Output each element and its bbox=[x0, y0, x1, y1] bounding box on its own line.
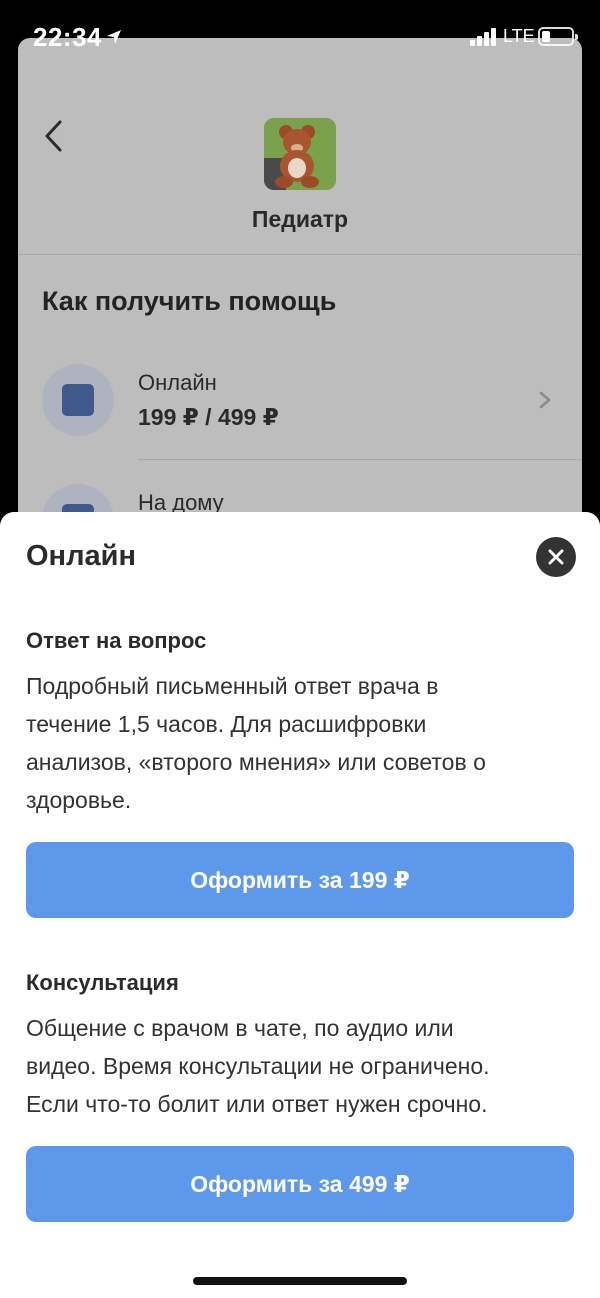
network-type: LTE bbox=[503, 26, 535, 46]
description-line: видео. Время консультации не ограничено. bbox=[26, 1053, 490, 1079]
background-page: Педиатр Как получить помощь Онлайн 199 ₽… bbox=[18, 38, 582, 558]
option-online-title[interactable]: Онлайн bbox=[138, 370, 217, 396]
description-line: анализов, «второго мнения» или советов о bbox=[26, 749, 486, 775]
sheet-title: Онлайн bbox=[26, 540, 136, 572]
home-indicator bbox=[193, 1277, 407, 1285]
section-consultation-description: Общение с врачом в чате, по аудио или ви… bbox=[26, 1009, 586, 1123]
back-chevron-icon[interactable] bbox=[42, 118, 66, 154]
description-line: Если что-то болит или ответ нужен срочно… bbox=[26, 1091, 488, 1117]
section-consultation-title: Консультация bbox=[26, 970, 179, 995]
section-title: Как получить помощь bbox=[42, 286, 337, 316]
order-consultation-button[interactable]: Оформить за 499 ₽ bbox=[26, 1146, 574, 1222]
doctor-badge-icon bbox=[42, 364, 114, 436]
section-answer-title: Ответ на вопрос bbox=[26, 628, 207, 653]
divider bbox=[18, 254, 582, 255]
description-line: Общение с врачом в чате, по аудио или bbox=[26, 1015, 454, 1041]
battery-icon bbox=[538, 27, 578, 46]
order-answer-button[interactable]: Оформить за 199 ₽ bbox=[26, 842, 574, 918]
status-time: 22:34 bbox=[33, 22, 102, 52]
teddy-bear-avatar bbox=[264, 118, 336, 190]
chevron-right-icon bbox=[539, 391, 551, 409]
description-line: здоровье. bbox=[26, 787, 132, 813]
signal-icon bbox=[470, 28, 496, 46]
location-arrow-icon bbox=[107, 30, 121, 44]
description-line: Подробный письменный ответ врача в bbox=[26, 673, 439, 699]
bottom-sheet: Онлайн Ответ на вопрос Подробный письмен… bbox=[0, 512, 600, 1298]
option-online-price: 199 ₽ / 499 ₽ bbox=[138, 404, 279, 430]
page-title: Педиатр bbox=[251, 206, 349, 232]
close-button[interactable] bbox=[536, 537, 576, 577]
section-answer-description: Подробный письменный ответ врача в течен… bbox=[26, 667, 586, 819]
divider bbox=[138, 459, 582, 460]
status-bar: 22:34 LTE bbox=[0, 0, 600, 76]
close-icon bbox=[548, 549, 564, 565]
description-line: течение 1,5 часов. Для расшифровки bbox=[26, 711, 427, 737]
